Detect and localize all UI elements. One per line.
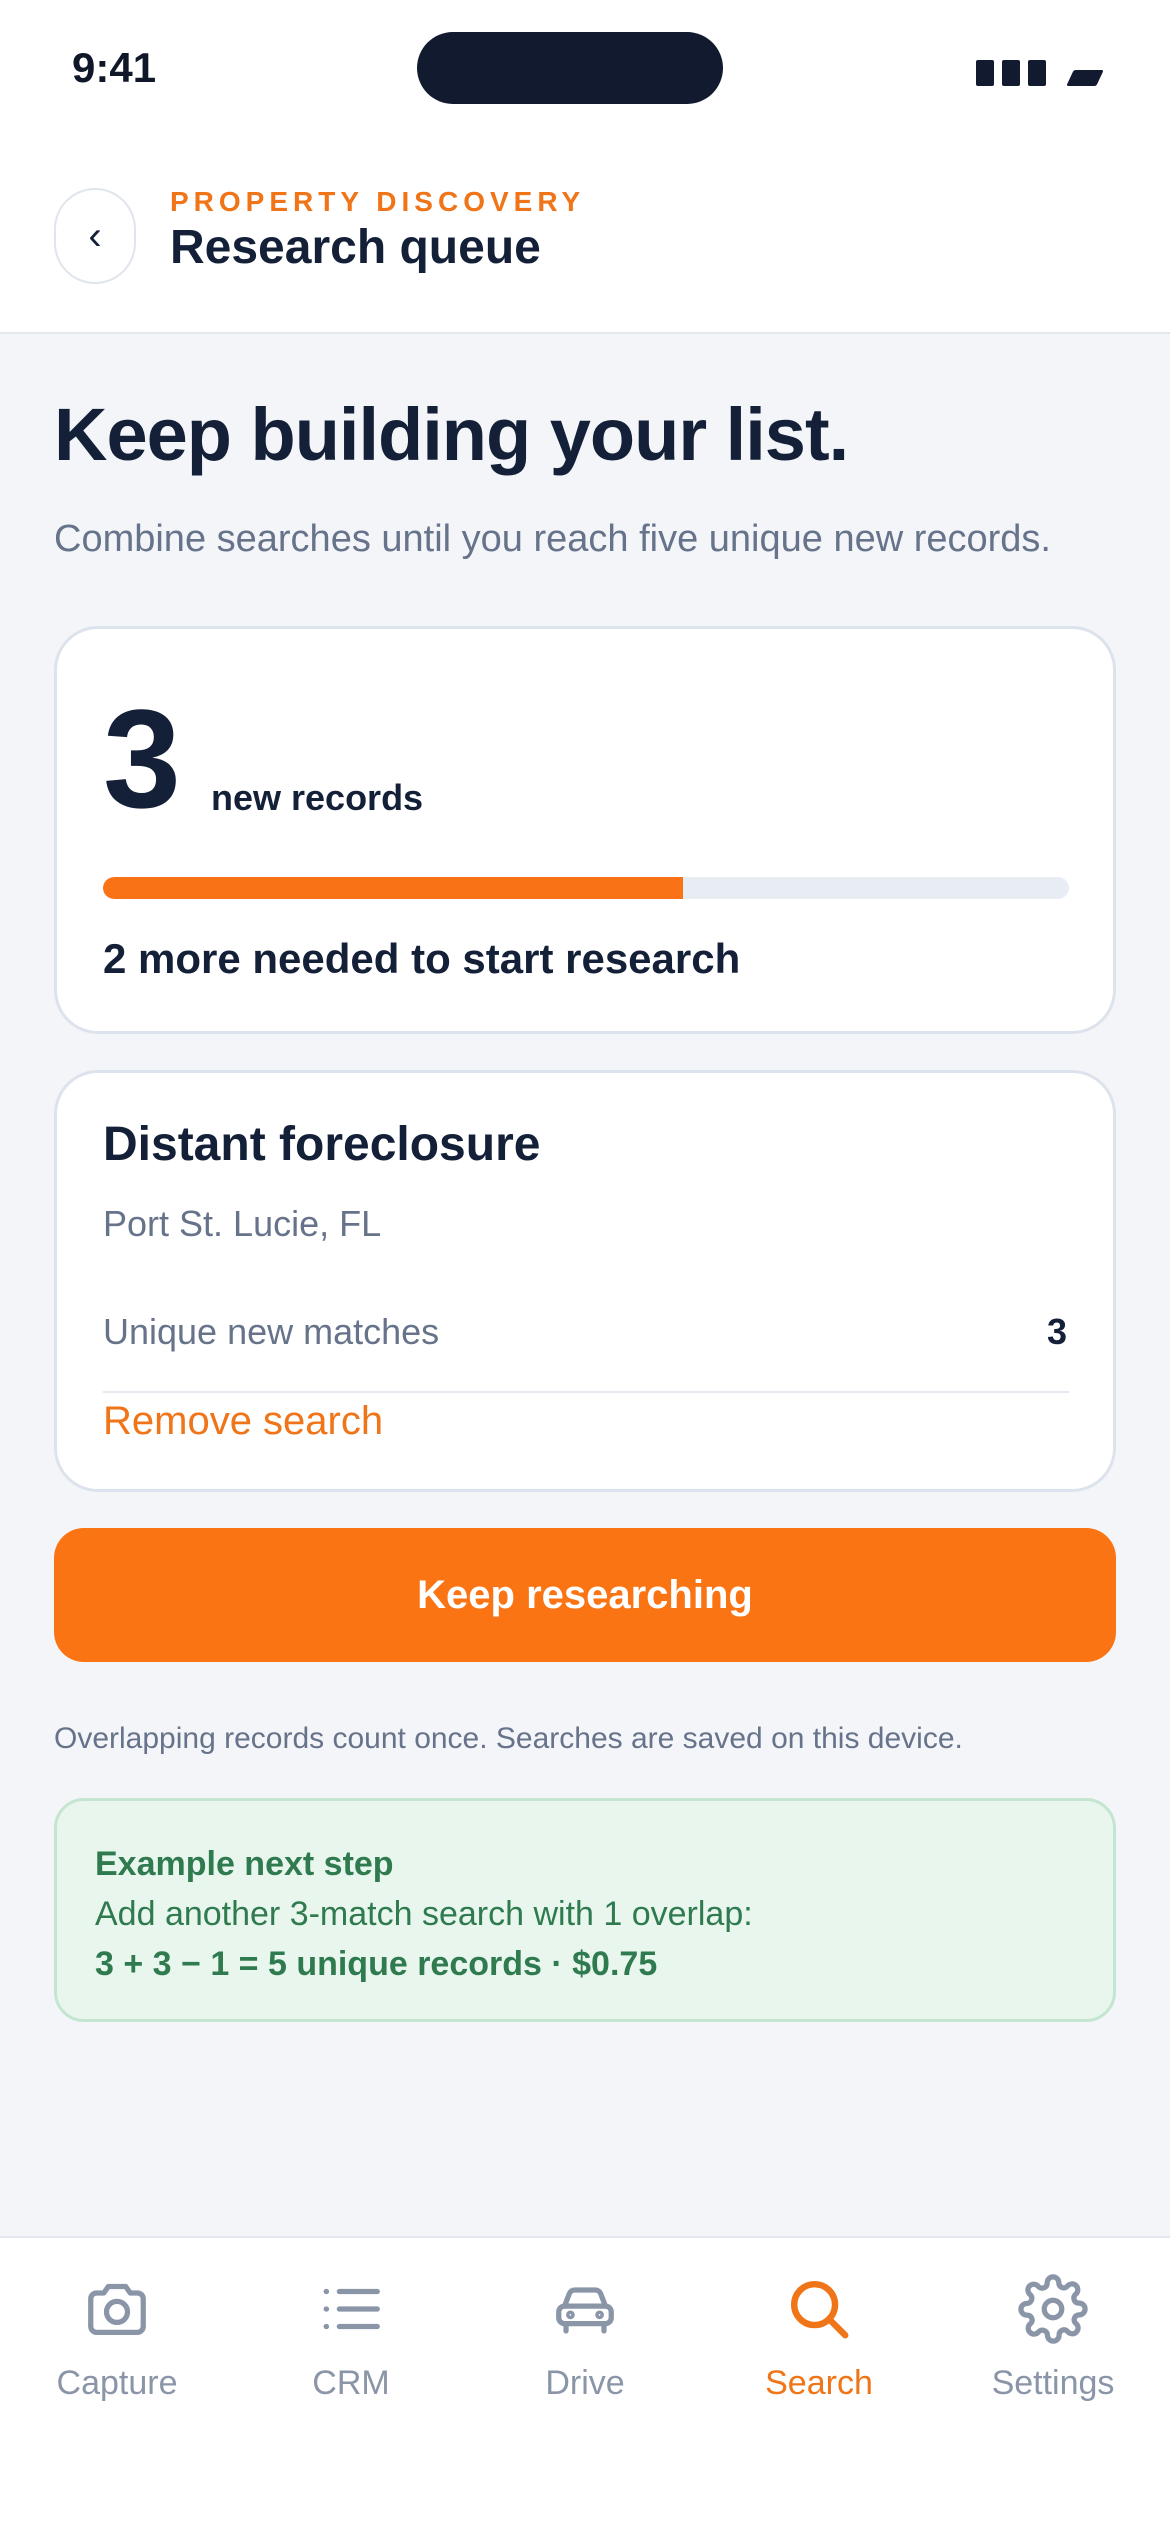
search-location: Port St. Lucie, FL xyxy=(103,1203,382,1244)
search-icon xyxy=(791,2281,849,2339)
dynamic-island xyxy=(417,32,723,104)
tab-settings[interactable]: Settings xyxy=(936,2274,1170,2454)
header-eyebrow: PROPERTY DISCOVERY xyxy=(170,186,586,217)
progress-fill xyxy=(103,877,683,899)
signal-bar-icon xyxy=(976,60,994,86)
divider xyxy=(103,1391,1069,1393)
car-icon xyxy=(556,2287,614,2334)
tab-label: Drive xyxy=(545,2364,625,2402)
status-bar: 9:41 xyxy=(0,0,1170,140)
example-callout: Example next step Add another 3-match se… xyxy=(54,1798,1116,2022)
tab-drive[interactable]: Drive xyxy=(468,2274,702,2454)
tab-label: CRM xyxy=(312,2364,390,2402)
records-needed-text: 2 more needed to start research xyxy=(103,935,741,982)
example-formula: 3 + 3 − 1 = 5 unique records · $0.75 xyxy=(95,1945,658,1983)
footnote: Overlapping records count once. Searches… xyxy=(54,1722,963,1755)
camera-icon xyxy=(88,2283,146,2335)
example-title: Example next step xyxy=(95,1845,394,1883)
gear-icon xyxy=(1018,2274,1088,2344)
signal-bar-icon xyxy=(1002,60,1020,86)
tab-capture[interactable]: Capture xyxy=(0,2274,234,2454)
progress-bar xyxy=(103,877,1069,899)
battery-icon xyxy=(1066,70,1104,86)
status-icons xyxy=(976,60,1104,86)
record-count-label: new records xyxy=(211,777,424,818)
progress-card: 3 new records 2 more needed to start res… xyxy=(54,626,1116,1034)
back-button[interactable]: ‹ xyxy=(54,188,136,284)
record-count: 3 xyxy=(103,680,181,837)
remove-search-link[interactable]: Remove search xyxy=(103,1399,383,1444)
matches-label: Unique new matches xyxy=(103,1311,440,1352)
chevron-left-icon: ‹ xyxy=(88,213,102,258)
search-title: Distant foreclosure xyxy=(103,1118,541,1171)
list-icon xyxy=(323,2288,380,2330)
subhead: Combine searches until you reach five un… xyxy=(54,518,1051,560)
tab-crm[interactable]: CRM xyxy=(234,2274,468,2454)
tab-label: Capture xyxy=(56,2364,178,2402)
tab-label: Settings xyxy=(991,2364,1115,2402)
example-body: Add another 3-match search with 1 overla… xyxy=(95,1895,753,1933)
tab-bar: Capture CRM Drive Search Settings xyxy=(0,2236,1170,2532)
search-card: Distant foreclosure Port St. Lucie, FL U… xyxy=(54,1070,1116,1492)
app-header: ‹ PROPERTY DISCOVERY Research queue xyxy=(0,140,1170,334)
matches-value: 3 xyxy=(1046,1311,1067,1352)
tab-label: Search xyxy=(765,2364,873,2402)
headline: Keep building your list. xyxy=(54,393,849,476)
page-title: Research queue xyxy=(170,221,541,274)
keep-researching-button[interactable]: Keep researching xyxy=(54,1528,1116,1662)
tab-search[interactable]: Search xyxy=(702,2274,936,2454)
status-time: 9:41 xyxy=(72,44,157,91)
signal-bar-icon xyxy=(1028,60,1046,86)
